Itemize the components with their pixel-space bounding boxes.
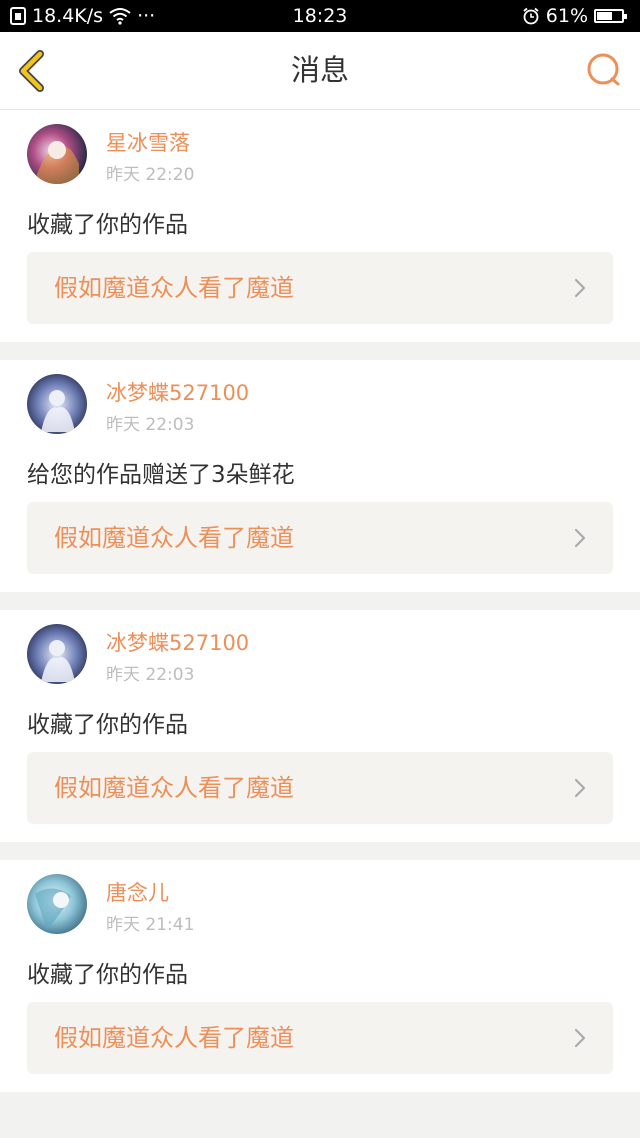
timestamp: 昨天 22:03	[106, 665, 195, 685]
battery-icon	[594, 9, 627, 23]
chevron-left-icon	[19, 50, 44, 92]
timestamp: 昨天 22:20	[106, 165, 195, 185]
message-card: 冰梦蝶527100 昨天 22:03 收藏了你的作品 假如魔道众人看了魔道	[0, 610, 640, 842]
avatar[interactable]	[27, 874, 87, 934]
search-button[interactable]	[584, 50, 624, 90]
status-bar: 18.4K/s ··· 18:23 61%	[0, 0, 640, 32]
page-title: 消息	[290, 53, 349, 87]
message-card: 唐念儿 昨天 21:41 收藏了你的作品 假如魔道众人看了魔道	[0, 860, 640, 1092]
work-title: 假如魔道众人看了魔道	[54, 1024, 294, 1052]
timestamp: 昨天 22:03	[106, 415, 195, 435]
username[interactable]: 唐念儿	[106, 877, 169, 907]
work-title: 假如魔道众人看了魔道	[54, 274, 294, 302]
back-button[interactable]	[14, 50, 54, 92]
battery-percent: 61%	[545, 5, 588, 27]
timestamp: 昨天 21:41	[106, 915, 195, 935]
work-link[interactable]: 假如魔道众人看了魔道	[27, 502, 613, 574]
message-text: 收藏了你的作品	[27, 712, 188, 738]
username[interactable]: 星冰雪落	[106, 127, 190, 157]
chevron-right-icon	[574, 1028, 586, 1048]
username[interactable]: 冰梦蝶527100	[106, 627, 249, 657]
header-bar: 消息	[0, 32, 640, 110]
message-text: 收藏了你的作品	[27, 962, 188, 988]
avatar[interactable]	[27, 374, 87, 434]
message-card: 星冰雪落 昨天 22:20 收藏了你的作品 假如魔道众人看了魔道	[0, 110, 640, 342]
username[interactable]: 冰梦蝶527100	[106, 377, 249, 407]
chevron-right-icon	[574, 528, 586, 548]
chevron-right-icon	[574, 278, 586, 298]
chevron-right-icon	[574, 778, 586, 798]
message-text: 给您的作品赠送了3朵鲜花	[27, 462, 295, 488]
work-title: 假如魔道众人看了魔道	[54, 774, 294, 802]
work-link[interactable]: 假如魔道众人看了魔道	[27, 252, 613, 324]
avatar[interactable]	[27, 124, 87, 184]
avatar[interactable]	[27, 624, 87, 684]
message-text: 收藏了你的作品	[27, 212, 188, 238]
alarm-icon	[522, 7, 540, 25]
work-title: 假如魔道众人看了魔道	[54, 524, 294, 552]
message-card: 冰梦蝶527100 昨天 22:03 给您的作品赠送了3朵鲜花 假如魔道众人看了…	[0, 360, 640, 592]
work-link[interactable]: 假如魔道众人看了魔道	[27, 752, 613, 824]
message-list: 星冰雪落 昨天 22:20 收藏了你的作品 假如魔道众人看了魔道 冰梦蝶5271…	[0, 110, 640, 1110]
work-link[interactable]: 假如魔道众人看了魔道	[27, 1002, 613, 1074]
search-icon	[587, 53, 620, 86]
